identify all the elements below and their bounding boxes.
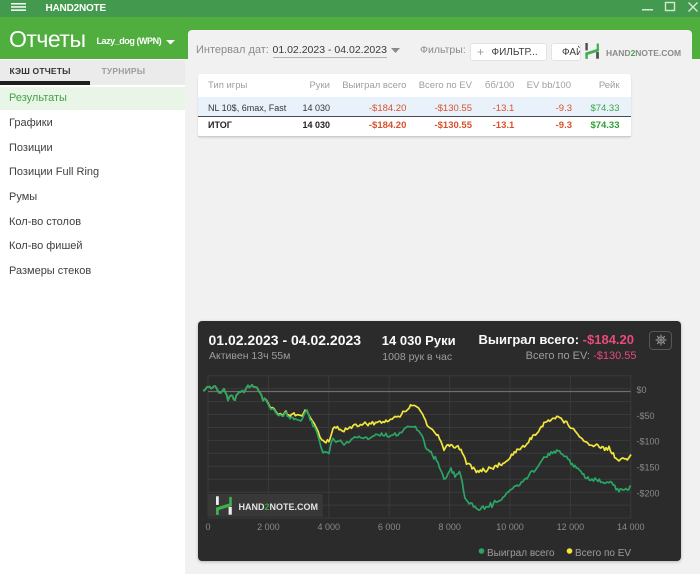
svg-text:4 000: 4 000 — [318, 522, 341, 532]
svg-text:12 000: 12 000 — [557, 522, 585, 532]
svg-text:0: 0 — [205, 522, 210, 532]
svg-text:Всего по EV: Всего по EV — [575, 548, 631, 559]
svg-text:14 000: 14 000 — [617, 522, 645, 532]
svg-text:-$150: -$150 — [637, 462, 660, 472]
svg-text:-$50: -$50 — [637, 410, 655, 420]
svg-text:-$100: -$100 — [637, 436, 660, 446]
svg-text:2 000: 2 000 — [257, 522, 280, 532]
svg-text:HAND2NOTE.COM: HAND2NOTE.COM — [239, 502, 319, 512]
svg-text:10 000: 10 000 — [496, 522, 524, 532]
svg-text:8 000: 8 000 — [438, 522, 461, 532]
svg-text:Выиграл всего: Выиграл всего — [487, 548, 555, 559]
svg-text:$0: $0 — [637, 385, 647, 395]
svg-text:6 000: 6 000 — [378, 522, 401, 532]
svg-text:-$200: -$200 — [637, 488, 660, 498]
